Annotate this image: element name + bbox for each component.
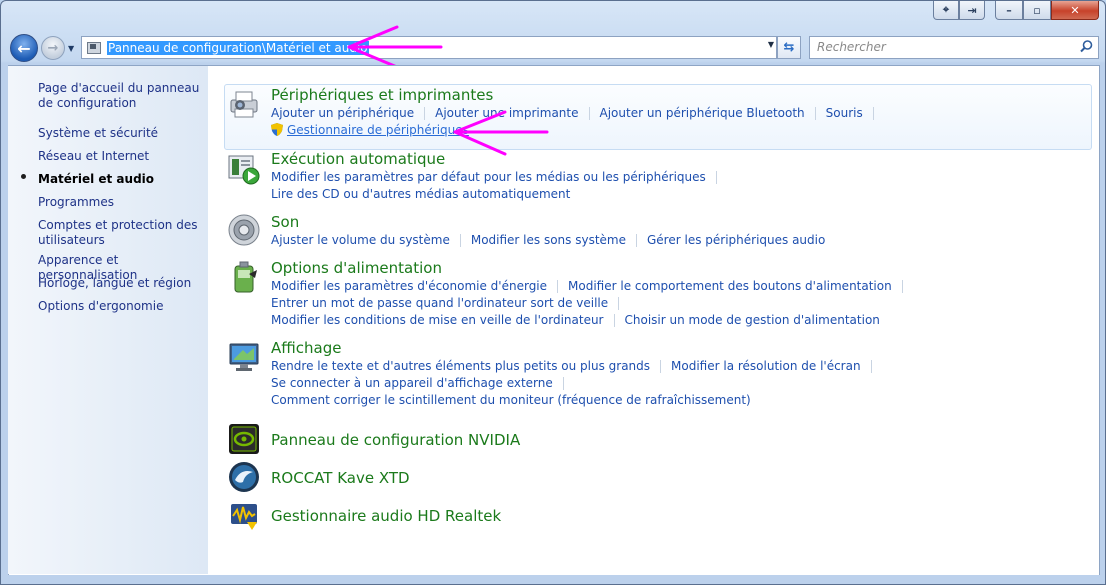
link[interactable]: Souris bbox=[826, 106, 863, 120]
caption-buttons: ⌖ ⇥ – ▫ ✕ bbox=[933, 1, 1099, 20]
link[interactable]: Comment corriger le scintillement du mon… bbox=[271, 393, 751, 407]
link[interactable]: Entrer un mot de passe quand l'ordinateu… bbox=[271, 296, 608, 310]
sidebar-item-accounts[interactable]: Comptes et protection des utilisateurs bbox=[38, 218, 208, 248]
back-button[interactable]: ← bbox=[10, 34, 38, 62]
printer-icon[interactable] bbox=[227, 87, 261, 121]
control-panel-icon bbox=[85, 40, 103, 56]
realtek-audio-icon[interactable] bbox=[227, 498, 261, 532]
link[interactable]: Gérer les périphériques audio bbox=[647, 233, 825, 247]
link[interactable]: Modifier les conditions de mise en veill… bbox=[271, 313, 604, 327]
move-to-icon[interactable]: ⇥ bbox=[959, 1, 985, 20]
link[interactable]: Lire des CD ou d'autres médias automatiq… bbox=[271, 187, 570, 201]
nvidia-icon[interactable] bbox=[227, 422, 261, 456]
category-title[interactable]: Périphériques et imprimantes bbox=[271, 86, 493, 104]
snap-icon[interactable]: ⌖ bbox=[933, 1, 959, 20]
refresh-button[interactable]: ⇆ bbox=[777, 36, 801, 59]
history-dropdown-icon[interactable]: ▼ bbox=[68, 44, 74, 53]
link-row: Se connecter à un appareil d'affichage e… bbox=[271, 376, 574, 390]
category-title[interactable]: Affichage bbox=[271, 339, 341, 357]
roccat-icon[interactable] bbox=[227, 460, 261, 494]
forward-button[interactable]: → bbox=[41, 36, 65, 60]
address-dropdown-icon[interactable]: ▼ bbox=[768, 40, 774, 49]
explorer-window: ⌖ ⇥ – ▫ ✕ ← → ▼ Panneau de configuration… bbox=[0, 0, 1106, 585]
search-box[interactable]: Rechercher bbox=[809, 36, 1099, 59]
link-row: Modifier les conditions de mise en veill… bbox=[271, 313, 880, 327]
link-row: Comment corriger le scintillement du mon… bbox=[271, 393, 751, 407]
link[interactable]: Modifier la résolution de l'écran bbox=[671, 359, 861, 373]
link[interactable]: Ajouter un périphérique Bluetooth bbox=[600, 106, 805, 120]
device-manager-link[interactable]: Gestionnaire de périphériques bbox=[287, 123, 469, 137]
link[interactable]: Ajouter un périphérique bbox=[271, 106, 414, 120]
link-row: Modifier les paramètres par défaut pour … bbox=[271, 170, 727, 184]
link-row: Lire des CD ou d'autres médias automatiq… bbox=[271, 187, 570, 201]
annotation-arrow-icon bbox=[347, 25, 443, 69]
main-pane: Périphériques et imprimantes Ajouter un … bbox=[209, 66, 1097, 574]
link-row: Gestionnaire de périphériques bbox=[271, 123, 469, 137]
minimize-button[interactable]: – bbox=[995, 1, 1023, 20]
navigation-buttons: ← → ▼ bbox=[10, 34, 74, 62]
sidebar-item-hardware[interactable]: Matériel et audio bbox=[38, 172, 208, 187]
link[interactable]: Modifier les paramètres par défaut pour … bbox=[271, 170, 706, 184]
sidebar-item-clock[interactable]: Horloge, langue et région bbox=[38, 276, 208, 291]
link[interactable]: Ajuster le volume du système bbox=[271, 233, 450, 247]
link[interactable]: Modifier le comportement des boutons d'a… bbox=[568, 279, 892, 293]
sidebar: Page d'accueil du panneau de configurati… bbox=[8, 66, 208, 574]
link-row: Modifier les paramètres d'économie d'éne… bbox=[271, 279, 913, 293]
status-bar bbox=[1, 575, 1105, 584]
sidebar-item-network[interactable]: Réseau et Internet bbox=[38, 149, 208, 164]
autoplay-icon[interactable] bbox=[227, 152, 261, 186]
sidebar-item-programs[interactable]: Programmes bbox=[38, 195, 208, 210]
link-row: Entrer un mot de passe quand l'ordinateu… bbox=[271, 296, 629, 310]
sidebar-item-ease[interactable]: Options d'ergonomie bbox=[38, 299, 208, 314]
monitor-icon[interactable] bbox=[227, 340, 261, 374]
link[interactable]: Modifier les sons système bbox=[471, 233, 626, 247]
link[interactable]: Rendre le texte et d'autres éléments plu… bbox=[271, 359, 650, 373]
maximize-button[interactable]: ▫ bbox=[1023, 1, 1051, 20]
link-row: Ajuster le volume du système Modifier les… bbox=[271, 233, 825, 247]
category-title[interactable]: Son bbox=[271, 213, 299, 231]
category-title[interactable]: Gestionnaire audio HD Realtek bbox=[271, 507, 501, 525]
annotation-arrow-icon bbox=[453, 110, 549, 156]
search-icon[interactable] bbox=[1079, 39, 1094, 54]
address-path[interactable]: Panneau de configuration\Matériel et aud… bbox=[107, 40, 369, 55]
category-title[interactable]: Options d'alimentation bbox=[271, 259, 442, 277]
category-title[interactable]: Exécution automatique bbox=[271, 150, 445, 168]
search-placeholder: Rechercher bbox=[817, 40, 886, 54]
speaker-icon[interactable] bbox=[227, 213, 261, 247]
link-row: Ajouter un périphérique Ajouter une impri… bbox=[271, 106, 884, 120]
link[interactable]: Se connecter à un appareil d'affichage e… bbox=[271, 376, 553, 390]
uac-shield-icon bbox=[271, 123, 283, 136]
link-row: Rendre le texte et d'autres éléments plu… bbox=[271, 359, 882, 373]
sidebar-item-home[interactable]: Page d'accueil du panneau de configurati… bbox=[38, 81, 208, 111]
battery-icon[interactable] bbox=[227, 260, 261, 294]
category-title[interactable]: Panneau de configuration NVIDIA bbox=[271, 431, 520, 449]
sidebar-item-security[interactable]: Système et sécurité bbox=[38, 126, 208, 141]
active-bullet bbox=[21, 174, 26, 179]
link[interactable]: Choisir un mode de gestion d'alimentatio… bbox=[625, 313, 880, 327]
category-title[interactable]: ROCCAT Kave XTD bbox=[271, 469, 410, 487]
link[interactable]: Modifier les paramètres d'économie d'éne… bbox=[271, 279, 547, 293]
close-button[interactable]: ✕ bbox=[1051, 1, 1099, 20]
